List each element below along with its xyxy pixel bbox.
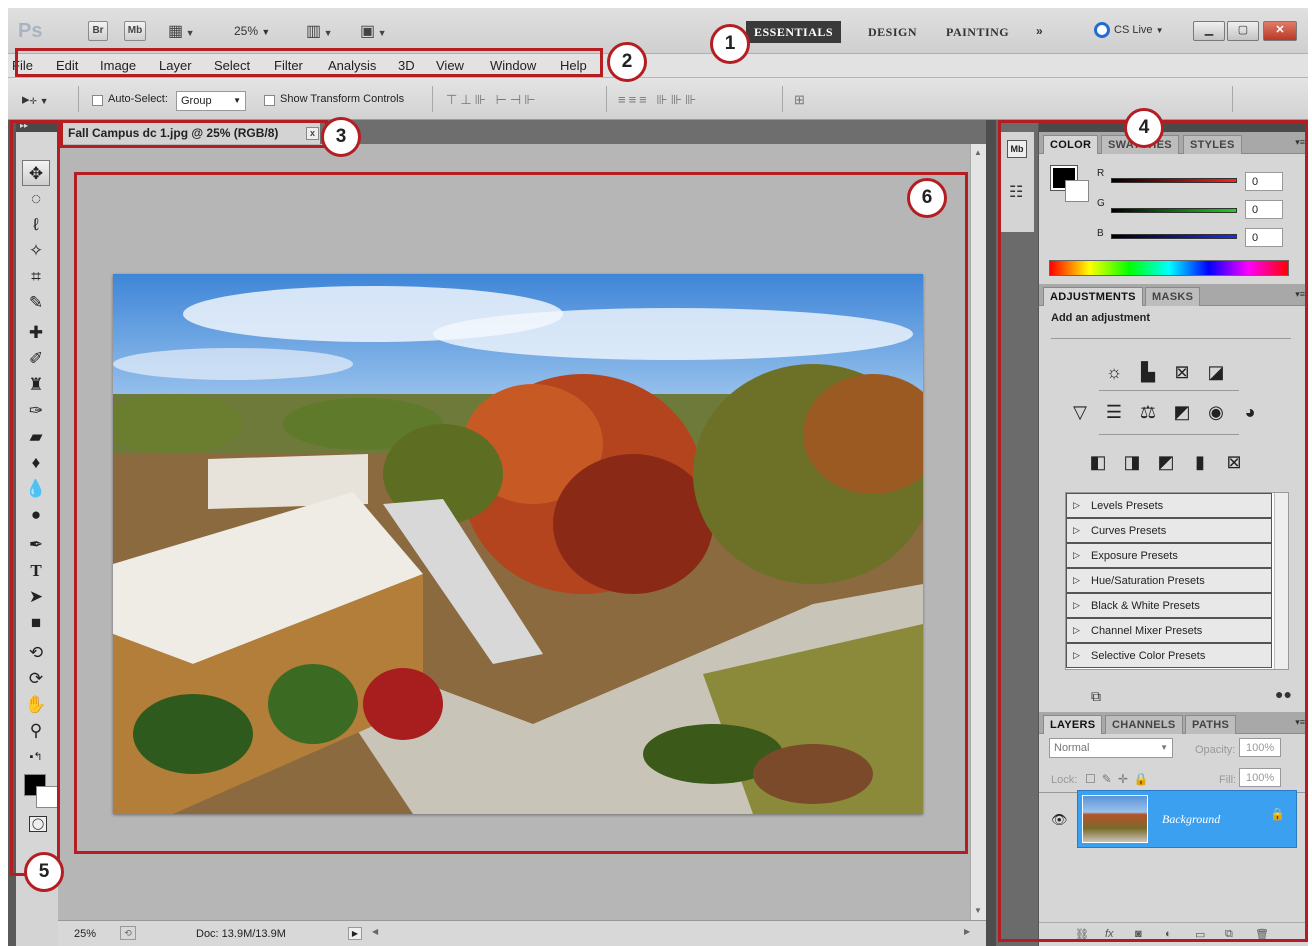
minimize-icon[interactable]: ▁ <box>1193 21 1225 41</box>
separator <box>1232 86 1233 112</box>
separator <box>78 86 79 112</box>
scroll-up-arrow-icon[interactable]: ▲ <box>974 148 982 157</box>
horizontal-scroll-left-icon[interactable]: ◀ <box>372 927 378 936</box>
auto-select-checkbox[interactable] <box>92 95 103 106</box>
more-workspaces-button[interactable]: » <box>1036 24 1043 38</box>
cslive-button[interactable]: CS Live ▼ <box>1114 24 1164 36</box>
annotation-marker-4: 4 <box>1124 108 1164 148</box>
window-controls: ▁ ▢ ✕ <box>1193 21 1298 41</box>
align-buttons[interactable]: ⊤⊥⊪ ⊢⊣⊩ <box>446 92 539 108</box>
status-doc-size: Doc: 13.9M/13.9M <box>196 928 286 940</box>
annotation-box-tools <box>10 120 60 876</box>
annotation-box-panels <box>998 120 1308 942</box>
mini-bridge-button[interactable]: Mb <box>124 21 146 41</box>
move-tool-preset-icon[interactable]: ▸✛ ▼ <box>22 90 48 108</box>
separator <box>782 86 783 112</box>
workspace-essentials[interactable]: ESSENTIALS <box>746 21 842 43</box>
auto-select-value: Group <box>181 95 212 107</box>
auto-align-button[interactable]: ⊞ <box>794 92 808 108</box>
show-transform-checkbox[interactable] <box>264 95 275 106</box>
zoom-level-select[interactable]: 25% ▼ <box>234 24 270 38</box>
scroll-down-arrow-icon[interactable]: ▼ <box>974 906 982 915</box>
vertical-scrollbar[interactable]: ▲ ▼ <box>970 144 986 920</box>
annotation-box-canvas <box>74 172 968 854</box>
annotation-marker-6: 6 <box>907 178 947 218</box>
separator <box>606 86 607 112</box>
status-bar: 25% ⟲ Doc: 13.9M/13.9M ▶ ◀ ▶ <box>58 920 986 946</box>
workspace-design[interactable]: DESIGN <box>860 21 925 43</box>
status-zoom-icon: ⟲ <box>120 926 136 940</box>
horizontal-scroll-right-icon[interactable]: ▶ <box>964 927 970 936</box>
cslive-label: CS Live <box>1114 24 1153 36</box>
annotation-marker-2: 2 <box>607 42 647 82</box>
photoshop-logo: Ps <box>18 20 43 42</box>
annotation-box-menu-bar <box>15 48 603 77</box>
annotation-marker-3: 3 <box>321 117 361 157</box>
annotation-marker-5: 5 <box>24 852 64 892</box>
show-transform-label: Show Transform Controls <box>280 93 405 105</box>
options-bar: ▸✛ ▼ Auto-Select: Group ▼ Show Transform … <box>8 78 1308 120</box>
maximize-icon[interactable]: ▢ <box>1227 21 1259 41</box>
status-menu-arrow-icon[interactable]: ▶ <box>348 927 362 940</box>
status-zoom[interactable]: 25% <box>74 928 96 940</box>
separator <box>432 86 433 112</box>
annotation-box-document-tab <box>60 120 328 148</box>
distribute-buttons[interactable]: ≡≡≡ ⊪⊪⊪ <box>618 92 699 108</box>
workspace-painting[interactable]: PAINTING <box>938 21 1017 43</box>
arrange-documents-icon[interactable]: ▥ ▼ <box>306 21 333 41</box>
zoom-level-value: 25% <box>234 24 259 38</box>
auto-select-dropdown[interactable]: Group ▼ <box>176 91 246 111</box>
view-extras-icon[interactable]: ▦ ▼ <box>168 21 195 41</box>
bridge-button[interactable]: Br <box>88 21 108 41</box>
annotation-marker-1: 1 <box>710 24 750 64</box>
dock-divider <box>986 120 996 946</box>
cslive-icon <box>1094 22 1110 38</box>
close-icon[interactable]: ✕ <box>1263 21 1297 41</box>
auto-select-label: Auto-Select: <box>108 93 168 105</box>
screen-mode-icon[interactable]: ▣ ▼ <box>360 21 387 41</box>
